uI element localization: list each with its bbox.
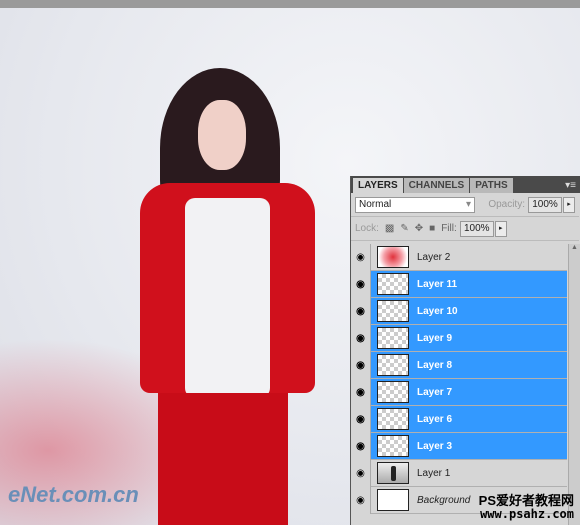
layer-row[interactable]: ◉ Layer 9 xyxy=(351,324,567,352)
tab-paths[interactable]: PATHS xyxy=(470,178,513,193)
layer-name: Background xyxy=(417,494,471,506)
eye-icon[interactable]: ◉ xyxy=(351,324,371,352)
layer-row[interactable]: ◉ Layer 1 xyxy=(351,459,567,487)
fill-label: Fill: xyxy=(441,223,457,234)
layer-row[interactable]: ◉ Layer 2 xyxy=(351,243,567,271)
layer-name: Layer 2 xyxy=(417,251,451,263)
blend-mode-select[interactable]: Normal ▾ xyxy=(355,196,475,213)
eye-icon[interactable]: ◉ xyxy=(351,351,371,379)
layer-row[interactable]: ◉ Layer 11 xyxy=(351,270,567,298)
layers-list: ◉ Layer 2 ◉ Layer 11 ◉ Layer 10 ◉ Layer 9 ◉ … xyxy=(351,243,567,514)
lock-transparent-icon[interactable]: ▩ xyxy=(385,223,394,234)
layer-thumbnail xyxy=(377,435,409,457)
eye-icon[interactable]: ◉ xyxy=(351,432,371,460)
blend-mode-value: Normal xyxy=(359,199,392,210)
panel-tabs: LAYERS CHANNELS PATHS ▾≡ xyxy=(351,176,580,193)
layer-row[interactable]: ◉ Layer 6 xyxy=(351,405,567,433)
panel-menu-icon[interactable]: ▾≡ xyxy=(561,178,580,193)
top-bar xyxy=(0,0,580,8)
eye-icon[interactable]: ◉ xyxy=(351,405,371,433)
shirt xyxy=(185,198,270,398)
lock-paint-icon[interactable]: ✎ xyxy=(400,223,408,234)
eye-icon[interactable]: ◉ xyxy=(351,243,371,271)
layer-thumbnail xyxy=(377,273,409,295)
layer-name: Layer 10 xyxy=(417,305,458,317)
opacity-slider-button[interactable]: ▸ xyxy=(563,196,575,213)
watermark-psahz-url: www.psahz.com xyxy=(480,507,574,521)
layer-name: Layer 9 xyxy=(417,332,453,344)
layer-thumbnail xyxy=(377,246,409,268)
layer-row[interactable]: ◉ Layer 3 xyxy=(351,432,567,460)
pants xyxy=(158,393,288,525)
layer-row[interactable]: ◉ Layer 8 xyxy=(351,351,567,379)
eye-icon[interactable]: ◉ xyxy=(351,270,371,298)
face xyxy=(198,100,246,170)
layer-row[interactable]: ◉ Layer 10 xyxy=(351,297,567,325)
lock-all-icon[interactable]: ■ xyxy=(429,223,435,234)
lock-move-icon[interactable]: ✥ xyxy=(415,223,423,234)
layer-thumbnail xyxy=(377,327,409,349)
tab-channels[interactable]: CHANNELS xyxy=(403,178,470,193)
layer-thumbnail xyxy=(377,408,409,430)
layer-name: Layer 8 xyxy=(417,359,453,371)
watermark-enet: eNet.com.cn xyxy=(8,482,139,507)
layer-thumbnail xyxy=(377,354,409,376)
layer-thumbnail xyxy=(377,300,409,322)
eye-icon[interactable]: ◉ xyxy=(351,459,371,487)
layer-thumbnail xyxy=(377,462,409,484)
layer-row[interactable]: ◉ Layer 7 xyxy=(351,378,567,406)
eye-icon[interactable]: ◉ xyxy=(351,297,371,325)
layer-name: Layer 11 xyxy=(417,278,458,290)
chevron-down-icon: ▾ xyxy=(465,199,471,210)
tab-layers[interactable]: LAYERS xyxy=(353,178,403,193)
opacity-input[interactable]: 100% xyxy=(528,196,562,213)
layer-thumbnail xyxy=(377,381,409,403)
layer-name: Layer 7 xyxy=(417,386,453,398)
layer-name: Layer 6 xyxy=(417,413,453,425)
layer-name: Layer 1 xyxy=(417,467,451,479)
fill-slider-button[interactable]: ▸ xyxy=(494,220,507,237)
layer-thumbnail xyxy=(377,489,409,511)
eye-icon[interactable]: ◉ xyxy=(351,378,371,406)
lock-label: Lock: xyxy=(355,223,379,234)
layers-panel: LAYERS CHANNELS PATHS ▾≡ Normal ▾ Opacity… xyxy=(350,176,580,525)
eye-icon[interactable]: ◉ xyxy=(351,486,371,514)
layers-scrollbar[interactable]: ▲ xyxy=(568,244,580,525)
opacity-label: Opacity: xyxy=(488,199,525,210)
fill-input[interactable]: 100% xyxy=(459,220,494,237)
layer-name: Layer 3 xyxy=(417,440,453,452)
